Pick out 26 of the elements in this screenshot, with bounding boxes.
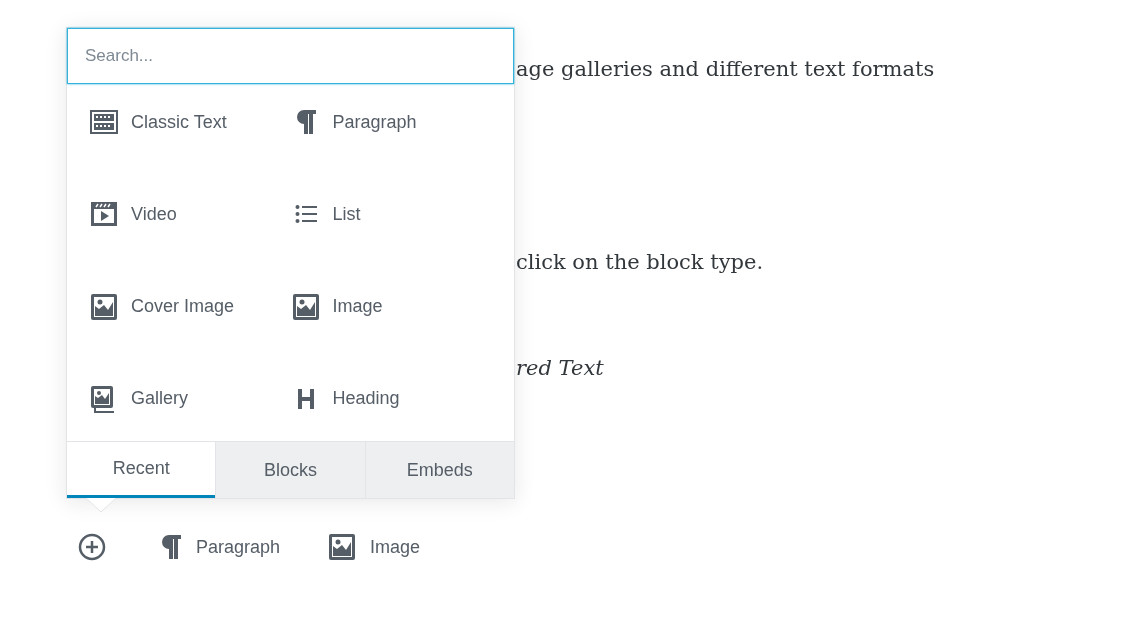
tab[interactable]: Embeds bbox=[364, 442, 514, 498]
block-type-item[interactable]: Image bbox=[290, 290, 383, 323]
block-type-item[interactable]: Cover Image bbox=[89, 290, 235, 323]
block-type-item[interactable]: Video bbox=[89, 198, 177, 231]
paragraph-icon bbox=[160, 534, 182, 560]
paragraph-text: red Text bbox=[516, 355, 604, 382]
image-icon bbox=[328, 533, 357, 561]
recent-block-button[interactable]: Paragraph bbox=[160, 533, 281, 561]
add-block-icon[interactable] bbox=[78, 533, 106, 561]
keyboard-icon bbox=[90, 110, 118, 134]
recent-block-button[interactable]: Image bbox=[328, 533, 421, 561]
tab[interactable]: Blocks bbox=[215, 442, 365, 498]
heading-icon bbox=[296, 387, 315, 410]
list-icon bbox=[294, 204, 317, 225]
block-type-item[interactable]: Gallery bbox=[89, 382, 188, 415]
block-type-item[interactable]: Classic Text bbox=[89, 106, 227, 138]
block-type-item[interactable]: Heading bbox=[290, 382, 400, 415]
image-icon bbox=[291, 292, 320, 321]
paragraph-text: click on the block type. bbox=[516, 249, 764, 276]
block-type-item[interactable]: Paragraph bbox=[290, 106, 417, 138]
paragraph-text: age galleries and different text formats bbox=[516, 56, 935, 83]
paragraph-icon bbox=[294, 109, 317, 135]
image-icon bbox=[90, 292, 118, 321]
video-icon bbox=[90, 201, 118, 228]
block-type-item[interactable]: List bbox=[290, 198, 361, 231]
search-field[interactable]: Search... bbox=[67, 28, 514, 84]
